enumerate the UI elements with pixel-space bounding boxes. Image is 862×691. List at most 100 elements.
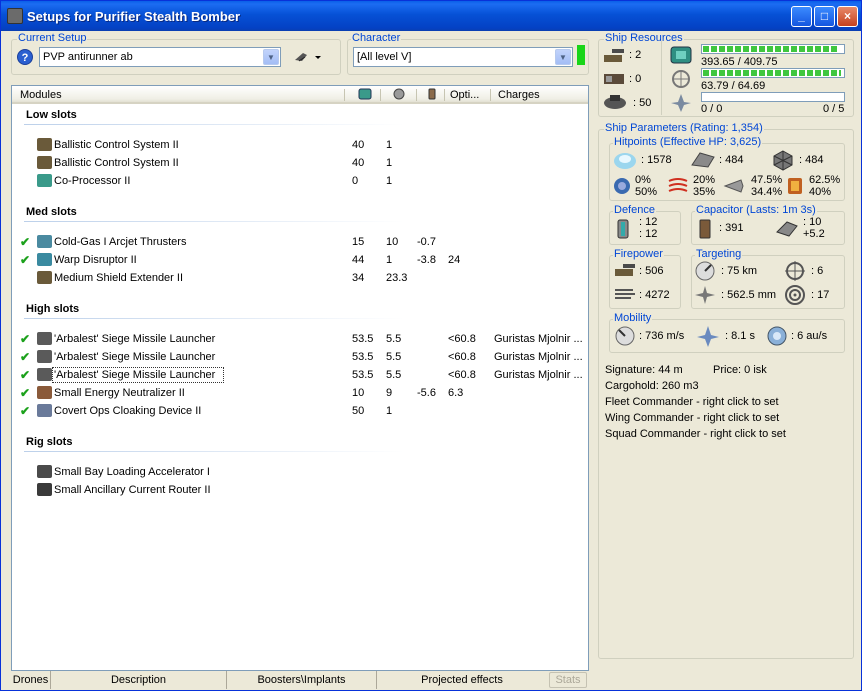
module-icon <box>37 138 52 151</box>
module-name: Ballistic Control System II <box>54 139 179 151</box>
module-cpu: 15 <box>352 236 365 248</box>
module-active-check-icon[interactable]: ✔ <box>20 253 30 267</box>
module-name: Ballistic Control System II <box>54 157 179 169</box>
module-row[interactable]: Co-Processor II 0 1 <box>12 172 589 190</box>
em-resist-icon <box>611 175 633 197</box>
close-button[interactable]: × <box>837 6 858 27</box>
module-cpu: 0 <box>352 175 359 187</box>
tab-boosters-implants[interactable]: Boosters\Implants <box>227 671 377 689</box>
module-row[interactable]: Small Ancillary Current Router II <box>12 481 589 499</box>
current-setup-select[interactable]: PVP antirunner ab ▼ <box>39 47 281 67</box>
stats-button[interactable]: Stats <box>549 672 587 688</box>
max-targets-icon <box>783 260 807 282</box>
module-icon <box>37 368 52 381</box>
module-row[interactable]: ✔ 'Arbalest' Siege Missile Launcher 53.5 5.… <box>12 366 589 384</box>
capacitor-use: : 10 <box>803 216 822 228</box>
volley-value: : 4272 <box>639 289 670 301</box>
module-row[interactable]: ✔ Cold-Gas I Arcjet Thrusters 15 10 -0.7 <box>12 233 589 251</box>
module-charge: Guristas Mjolnir ... <box>494 351 583 363</box>
calibration-icon <box>602 91 628 111</box>
thermal-resist-shield: 20% <box>693 174 716 186</box>
launcher-hardpoint-icon <box>602 68 626 88</box>
shield-hp: : 1578 <box>641 154 672 166</box>
powergrid-column-icon[interactable] <box>392 88 406 103</box>
launcher-count: : 0 <box>629 73 642 85</box>
module-icon <box>37 350 52 363</box>
fleet-commander-link[interactable]: Fleet Commander - right click to set <box>605 396 779 408</box>
modules-column-header: Modules Opti... Charges <box>12 86 588 104</box>
turret-count: : 2 <box>629 49 642 61</box>
kinetic-resist-shield: 47.5% <box>751 174 783 186</box>
maximize-button[interactable]: □ <box>814 6 835 27</box>
capacitor-icon <box>695 218 715 240</box>
module-active-check-icon[interactable]: ✔ <box>20 404 30 418</box>
module-row[interactable]: ✔ 'Arbalest' Siege Missile Launcher 53.5 5.… <box>12 330 589 348</box>
module-row[interactable]: ✔ 'Arbalest' Siege Missile Launcher 53.5 5.… <box>12 348 589 366</box>
module-row[interactable]: Ballistic Control System II 40 1 <box>12 154 589 172</box>
thermal-resist-icon <box>667 177 689 195</box>
wing-commander-link[interactable]: Wing Commander - right click to set <box>605 412 779 424</box>
app-icon <box>7 8 23 24</box>
module-optimal: 6.3 <box>448 387 464 399</box>
module-icon <box>37 404 52 417</box>
module-active-check-icon[interactable]: ✔ <box>20 332 30 346</box>
module-row[interactable]: ✔ Small Energy Neutralizer II 10 9 -5.6 6.3 <box>12 384 589 402</box>
character-label: Character <box>351 32 402 44</box>
module-active-check-icon[interactable]: ✔ <box>20 368 30 382</box>
module-row[interactable]: Medium Shield Extender II 34 23.3 <box>12 269 589 287</box>
tab-description[interactable]: Description <box>51 671 227 689</box>
module-active-check-icon[interactable]: ✔ <box>20 235 30 249</box>
drone-bandwidth-value: 0 / 5 <box>823 103 845 115</box>
title-bar[interactable]: Setups for Purifier Stealth Bomber _ □ × <box>1 1 861 31</box>
tab-drones[interactable]: Drones <box>11 671 51 689</box>
module-powergrid: 5.5 <box>386 333 402 345</box>
rig-slots-header: Rig slots <box>26 436 73 448</box>
col-charges[interactable]: Charges <box>498 89 540 101</box>
character-select[interactable]: [All level V] ▼ <box>353 47 573 67</box>
defence-label: Defence <box>613 204 656 216</box>
module-powergrid: 1 <box>386 157 393 169</box>
chevron-down-icon[interactable]: ▼ <box>263 49 279 65</box>
drone-bar <box>701 92 845 102</box>
setup-menu-button[interactable] <box>293 49 323 65</box>
ship-parameters-label: Ship Parameters (Rating: 1,354) <box>604 122 764 134</box>
col-optimal[interactable]: Opti... <box>450 89 479 101</box>
current-setup-value: PVP antirunner ab <box>43 51 133 63</box>
module-active-check-icon[interactable]: ✔ <box>20 386 30 400</box>
module-row[interactable]: Small Bay Loading Accelerator I <box>12 463 589 481</box>
shield-icon <box>612 149 638 171</box>
squad-commander-link[interactable]: Squad Commander - right click to set <box>605 428 786 440</box>
chevron-down-icon[interactable]: ▼ <box>555 49 571 65</box>
module-row[interactable]: ✔ Covert Ops Cloaking Device II 50 1 <box>12 402 589 420</box>
drone-icon <box>670 92 692 114</box>
capacitor-column-icon[interactable] <box>426 88 438 103</box>
armor-hp: : 484 <box>719 154 744 166</box>
module-cpu: 10 <box>352 387 365 399</box>
module-icon <box>37 253 52 266</box>
firepower-label: Firepower <box>613 248 664 260</box>
turret-hardpoint-icon <box>602 45 626 65</box>
module-row[interactable]: ✔ Warp Disruptor II 44 1 -3.8 24 <box>12 251 589 269</box>
module-icon <box>37 235 52 248</box>
dps-value: : 506 <box>639 265 664 277</box>
module-row[interactable]: Ballistic Control System II 40 1 <box>12 136 589 154</box>
tab-projected-effects[interactable]: Projected effects <box>377 671 547 689</box>
window-title: Setups for Purifier Stealth Bomber <box>27 9 241 24</box>
explosive-resist-armor: 40% <box>809 186 832 198</box>
module-powergrid: 1 <box>386 405 393 417</box>
module-icon <box>37 332 52 345</box>
cpu-value: 393.65 / 409.75 <box>701 56 778 68</box>
module-active-check-icon[interactable]: ✔ <box>20 350 30 364</box>
module-cpu: 53.5 <box>352 333 374 345</box>
character-value: [All level V] <box>357 51 412 63</box>
module-charge: Guristas Mjolnir ... <box>494 369 583 381</box>
module-icon <box>37 271 52 284</box>
module-powergrid: 1 <box>386 175 393 187</box>
powergrid-icon <box>670 68 692 90</box>
col-modules[interactable]: Modules <box>20 89 62 101</box>
module-name: Co-Processor II <box>54 175 131 187</box>
help-icon[interactable]: ? <box>17 49 33 65</box>
module-powergrid: 9 <box>386 387 393 399</box>
cpu-column-icon[interactable] <box>358 88 372 103</box>
minimize-button[interactable]: _ <box>791 6 812 27</box>
